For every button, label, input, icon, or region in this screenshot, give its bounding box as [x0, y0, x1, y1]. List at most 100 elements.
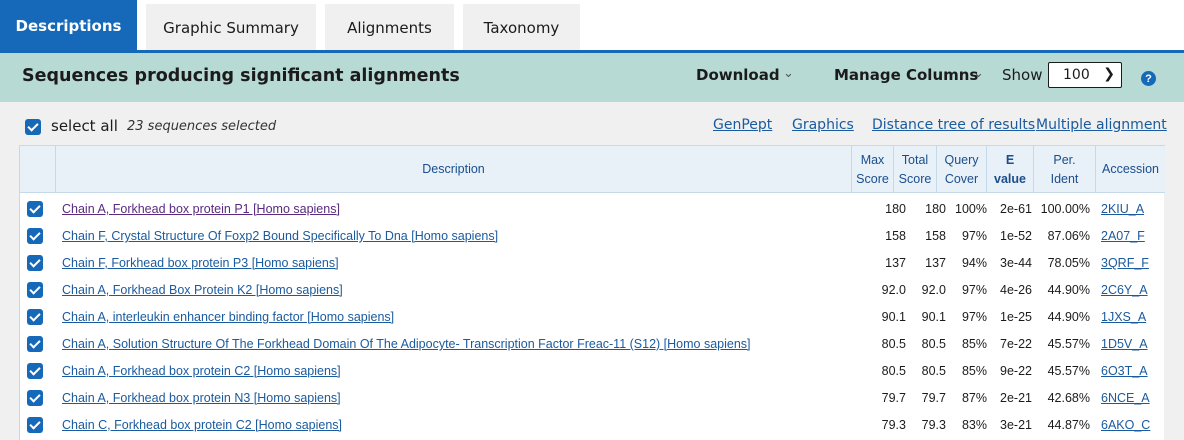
distance-tree-link[interactable]: Distance tree of results	[872, 117, 1035, 133]
tab-descriptions[interactable]: Descriptions	[0, 0, 137, 52]
multiple-alignment-link[interactable]: Multiple alignment	[1036, 117, 1167, 133]
chevron-down-icon[interactable]: ⌄	[973, 65, 984, 81]
per-ident: 45.57%	[1047, 337, 1090, 351]
table-row: Chain A, Forkhead box protein C2 [Homo s…	[20, 358, 1165, 384]
accession-link[interactable]: 1D5V_A	[1101, 337, 1148, 351]
accession-link[interactable]: 6O3T_A	[1101, 364, 1148, 378]
evalue: 3e-44	[1000, 256, 1032, 270]
evalue: 7e-22	[1000, 337, 1032, 351]
help-icon[interactable]: ?	[1141, 71, 1156, 86]
evalue: 9e-22	[1000, 364, 1032, 378]
evalue: 4e-26	[1000, 283, 1032, 297]
header-description[interactable]: Description	[55, 146, 851, 193]
header-select-column	[20, 146, 55, 193]
tab-taxonomy[interactable]: Taxonomy	[463, 4, 580, 52]
accession-link[interactable]: 1JXS_A	[1101, 310, 1146, 324]
total-score: 80.5	[921, 364, 946, 378]
tab-alignments[interactable]: Alignments	[325, 4, 454, 52]
max-score: 92.0	[881, 283, 906, 297]
per-ident: 78.05%	[1047, 256, 1090, 270]
table-row: Chain A, interleukin enhancer binding fa…	[20, 304, 1165, 330]
evalue: 2e-21	[1000, 391, 1032, 405]
description-link[interactable]: Chain A, Forkhead Box Protein K2 [Homo s…	[62, 283, 343, 297]
max-score: 79.7	[881, 391, 906, 405]
row-checkbox[interactable]	[27, 255, 43, 271]
chevron-down-icon: ❯	[1103, 66, 1115, 82]
selected-count: 23 sequences selected	[127, 119, 277, 134]
accession-link[interactable]: 6NCE_A	[1101, 391, 1150, 405]
show-count-select[interactable]: 100 ❯	[1048, 62, 1122, 88]
table-row: Chain F, Crystal Structure Of Foxp2 Boun…	[20, 223, 1165, 249]
per-ident: 44.90%	[1047, 310, 1090, 324]
description-link[interactable]: Chain A, Forkhead box protein P1 [Homo s…	[62, 202, 340, 216]
table-row: Chain A, Solution Structure Of The Forkh…	[20, 331, 1165, 357]
chevron-down-icon[interactable]: ⌄	[783, 65, 794, 81]
genpept-link[interactable]: GenPept	[713, 117, 772, 133]
row-checkbox[interactable]	[27, 201, 43, 217]
download-menu[interactable]: Download	[696, 66, 780, 84]
per-ident: 87.06%	[1047, 229, 1090, 243]
query-cover: 97%	[961, 283, 987, 297]
accession-link[interactable]: 2A07_F	[1101, 229, 1145, 243]
row-checkbox[interactable]	[27, 363, 43, 379]
max-score: 158	[885, 229, 906, 243]
table-row: Chain C, Forkhead box protein C2 [Homo s…	[20, 412, 1165, 438]
table-header: Description Max Score Total Score Query Cov…	[20, 145, 1165, 193]
description-link[interactable]: Chain A, Forkhead box protein N3 [Homo s…	[62, 391, 341, 405]
per-ident: 42.68%	[1047, 391, 1090, 405]
manage-columns-menu[interactable]: Manage Columns	[834, 66, 978, 84]
row-checkbox[interactable]	[27, 282, 43, 298]
accession-link[interactable]: 6AKO_C	[1101, 418, 1150, 432]
header-total-score[interactable]: Total Score	[893, 146, 936, 193]
show-count-value: 100	[1063, 67, 1090, 83]
per-ident: 100.00%	[1040, 202, 1090, 216]
query-cover: 85%	[961, 337, 987, 351]
accession-link[interactable]: 3QRF_F	[1101, 256, 1149, 270]
total-score: 79.7	[921, 391, 946, 405]
header-query-cover[interactable]: Query Cover	[936, 146, 986, 193]
graphics-link[interactable]: Graphics	[792, 117, 854, 133]
total-score: 79.3	[921, 418, 946, 432]
total-score: 92.0	[921, 283, 946, 297]
select-all-label[interactable]: select all	[51, 117, 118, 135]
evalue: 1e-52	[1000, 229, 1032, 243]
max-score: 80.5	[881, 364, 906, 378]
query-cover: 97%	[961, 310, 987, 324]
description-link[interactable]: Chain A, Solution Structure Of The Forkh…	[62, 337, 751, 351]
max-score: 137	[885, 256, 906, 270]
max-score: 90.1	[881, 310, 906, 324]
row-checkbox[interactable]	[27, 336, 43, 352]
section-title: Sequences producing significant alignmen…	[22, 66, 460, 86]
description-link[interactable]: Chain A, Forkhead box protein C2 [Homo s…	[62, 364, 341, 378]
row-checkbox[interactable]	[27, 417, 43, 433]
total-score: 180	[925, 202, 946, 216]
row-checkbox[interactable]	[27, 390, 43, 406]
evalue: 3e-21	[1000, 418, 1032, 432]
query-cover: 100%	[955, 202, 987, 216]
header-per-ident[interactable]: Per. Ident	[1033, 146, 1095, 193]
max-score: 180	[885, 202, 906, 216]
query-cover: 85%	[961, 364, 987, 378]
tab-graphic-summary[interactable]: Graphic Summary	[146, 4, 316, 52]
select-all-checkbox[interactable]	[25, 119, 41, 135]
row-checkbox[interactable]	[27, 309, 43, 325]
row-checkbox[interactable]	[27, 228, 43, 244]
header-evalue[interactable]: Evalue	[986, 146, 1033, 193]
header-max-score[interactable]: Max Score	[851, 146, 893, 193]
accession-link[interactable]: 2KIU_A	[1101, 202, 1144, 216]
description-link[interactable]: Chain F, Crystal Structure Of Foxp2 Boun…	[62, 229, 498, 243]
query-cover: 83%	[961, 418, 987, 432]
description-link[interactable]: Chain C, Forkhead box protein C2 [Homo s…	[62, 418, 342, 432]
results-table: Description Max Score Total Score Query Cov…	[19, 145, 1165, 440]
evalue: 2e-61	[1000, 202, 1032, 216]
table-row: Chain A, Forkhead Box Protein K2 [Homo s…	[20, 277, 1165, 303]
results-header: Sequences producing significant alignmen…	[0, 53, 1184, 102]
description-link[interactable]: Chain A, interleukin enhancer binding fa…	[62, 310, 394, 324]
query-cover: 87%	[961, 391, 987, 405]
accession-link[interactable]: 2C6Y_A	[1101, 283, 1148, 297]
query-cover: 97%	[961, 229, 987, 243]
header-accession[interactable]: Accession	[1095, 146, 1165, 193]
description-link[interactable]: Chain F, Forkhead box protein P3 [Homo s…	[62, 256, 339, 270]
result-tabs: Descriptions Graphic Summary Alignments …	[0, 0, 1184, 53]
max-score: 79.3	[881, 418, 906, 432]
